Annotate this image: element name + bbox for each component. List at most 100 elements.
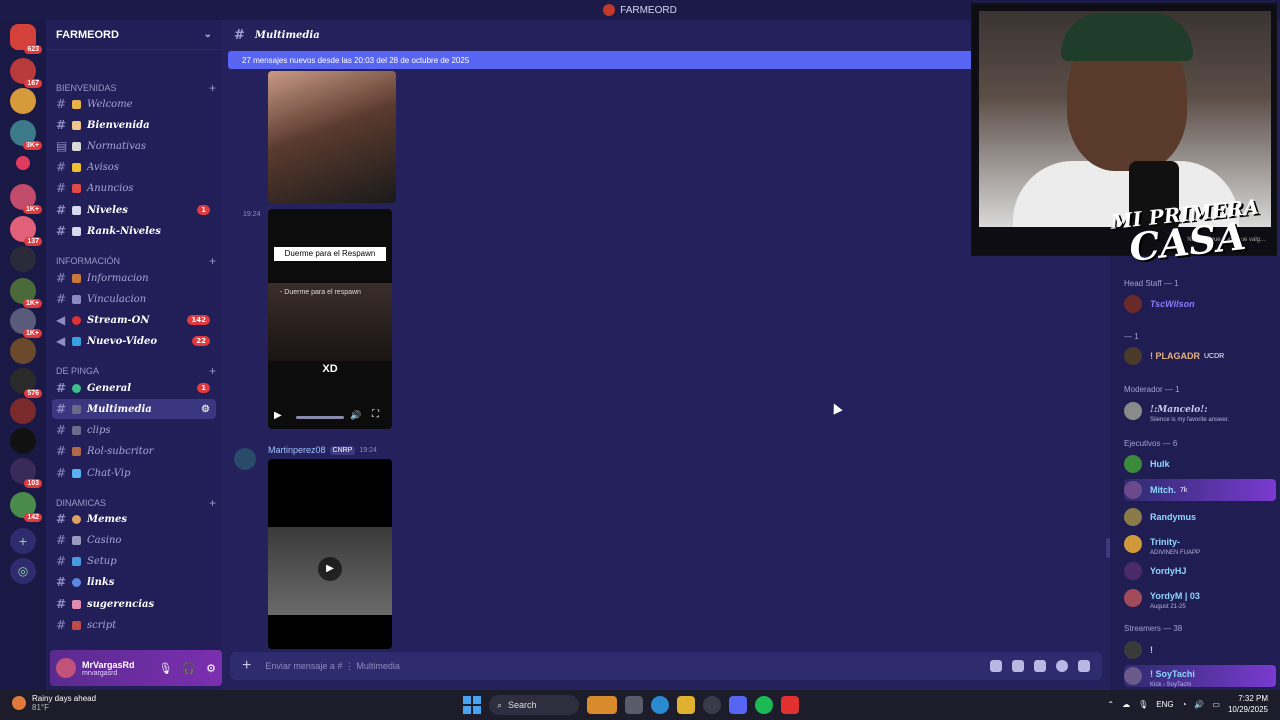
app-icon[interactable] (781, 696, 799, 714)
gift-icon[interactable] (990, 660, 1002, 672)
apps-icon[interactable] (1078, 660, 1090, 672)
channel-anuncios[interactable]: # Anuncios (52, 178, 216, 198)
server-icon[interactable] (16, 156, 30, 170)
video-progress-bar[interactable] (296, 416, 344, 419)
image-attachment[interactable] (268, 71, 396, 203)
wifi-icon[interactable]: ◔ (1182, 700, 1187, 709)
new-messages-bar[interactable]: 27 mensajes nuevos desde las 20:03 del 2… (228, 51, 976, 69)
channel-clips[interactable]: # clips (52, 420, 216, 440)
channel-casino[interactable]: # Casino (52, 530, 216, 550)
server-icon[interactable] (10, 246, 36, 272)
add-server-icon[interactable]: + (10, 528, 36, 554)
chevron-up-icon[interactable]: ⌃ (1107, 700, 1114, 709)
member-item[interactable]: YordyM | 03 August 21-25 (1124, 587, 1276, 610)
search-box[interactable]: ⌕ Search (489, 695, 579, 715)
network-icon[interactable]: ☁ (1122, 700, 1130, 709)
sticker-icon[interactable] (1034, 660, 1046, 672)
gear-icon[interactable]: ⚙ (206, 662, 216, 675)
server-icon[interactable] (10, 338, 36, 364)
add-channel-icon[interactable]: + (209, 496, 216, 510)
edge-icon[interactable] (651, 696, 669, 714)
channel-rank-niveles[interactable]: # Rank-Niveles (52, 221, 216, 241)
explore-icon[interactable]: ◎ (10, 558, 36, 584)
add-channel-icon[interactable]: + (209, 364, 216, 378)
app-icon[interactable] (587, 696, 617, 714)
user-panel[interactable]: MrVargasRd mrvargasrd 🎙 🎧 ⚙ (50, 650, 222, 686)
channel-links[interactable]: # links (52, 572, 216, 592)
spotify-icon[interactable] (755, 696, 773, 714)
channel-setup[interactable]: # Setup (52, 551, 216, 571)
headphones-icon[interactable]: 🎧 (182, 662, 196, 675)
server-icon[interactable]: 103 (10, 458, 42, 488)
clock[interactable]: 7:32 PM 10/29/2025 (1228, 693, 1268, 715)
file-explorer-icon[interactable] (677, 696, 695, 714)
channel-vinculacion[interactable]: # Vinculacion (52, 289, 216, 309)
member-item[interactable]: Randymus (1124, 506, 1276, 528)
microphone-icon[interactable]: 🎙 (1138, 700, 1148, 709)
channel-script[interactable]: # script (52, 615, 216, 635)
add-attachment-icon[interactable]: + (242, 657, 251, 675)
server-icon[interactable] (10, 88, 36, 114)
message-composer[interactable]: + Enviar mensaje a # ⋮ Multimedia (230, 652, 1102, 680)
channel-multimedia[interactable]: # Multimedia ⚙ (52, 399, 216, 419)
server-icon[interactable]: 167 (10, 58, 42, 88)
obs-icon[interactable] (703, 696, 721, 714)
task-view-icon[interactable] (625, 696, 643, 714)
channel-stream-on[interactable]: ◀ Stream-ON 142 (52, 310, 216, 330)
member-item[interactable]: Trinity- ADIVINEN FUAPP (1124, 533, 1276, 556)
avatar[interactable] (56, 658, 76, 678)
server-icon[interactable] (10, 398, 36, 424)
category-informacion[interactable]: INFORMACIÓN + (56, 254, 216, 268)
channel-welcome[interactable]: # Welcome (52, 94, 216, 114)
volume-icon[interactable]: 🔊 (350, 410, 361, 421)
volume-icon[interactable]: 🔊 (1194, 700, 1204, 709)
channel-avisos[interactable]: # Avisos (52, 157, 216, 177)
member-item[interactable]: Hulk (1124, 453, 1276, 475)
server-icon[interactable]: 137 (10, 216, 42, 246)
discord-icon[interactable] (729, 696, 747, 714)
channel-bienvenida[interactable]: # Bienvenida (52, 115, 216, 135)
server-header[interactable]: FARMEORD ⌄ (46, 20, 222, 50)
battery-icon[interactable]: ▭ (1212, 700, 1220, 709)
fullscreen-icon[interactable]: ⛶ (372, 409, 379, 420)
weather-widget[interactable]: Rainy days ahead 81°F (12, 694, 96, 712)
category-bienvenidas[interactable]: BIENVENIDAS + (56, 81, 216, 95)
gif-icon[interactable] (1012, 660, 1024, 672)
server-icon[interactable]: 142 (10, 492, 42, 522)
microphone-icon[interactable]: 🎙 (158, 662, 172, 675)
video-attachment[interactable]: Duerme para el Respawn - Duerme para el … (268, 209, 392, 429)
server-icon[interactable]: 3K+ (10, 120, 42, 150)
channel-niveles[interactable]: # Niveles 1 (52, 200, 216, 220)
server-icon[interactable]: 623 (10, 24, 42, 54)
member-item[interactable]: Mitch. 7k (1124, 479, 1276, 501)
composer-placeholder[interactable]: Enviar mensaje a # ⋮ Multimedia (265, 661, 400, 672)
server-icon[interactable]: 576 (10, 368, 42, 398)
channel-chat-vip[interactable]: # Chat-Vip (52, 463, 216, 483)
invite-and-settings-icons[interactable]: ⚙ (201, 404, 210, 415)
windows-start-icon[interactable] (463, 696, 481, 714)
channel-informacion[interactable]: # Informacion (52, 268, 216, 288)
channel-memes[interactable]: # Memes (52, 509, 216, 529)
channel-nuevo-video[interactable]: ◀ Nuevo-Video 22 (52, 331, 216, 351)
member-item[interactable]: TscWilson (1124, 293, 1276, 315)
play-icon[interactable]: ▶ (318, 557, 342, 581)
category-dinamicas[interactable]: DINAMICAS + (56, 496, 216, 510)
server-icon[interactable]: 1K+ (10, 184, 42, 214)
video-attachment[interactable]: ▶ (268, 459, 392, 649)
server-icon[interactable]: 1K+ (10, 308, 42, 338)
server-icon[interactable] (10, 428, 36, 454)
play-icon[interactable]: ▶ (274, 410, 282, 421)
channel-general[interactable]: # General 1 (52, 378, 216, 398)
author-name[interactable]: Martinperez08 (268, 445, 326, 455)
emoji-icon[interactable] (1056, 660, 1068, 672)
channel-normativas[interactable]: ▤ Normativas (52, 136, 216, 156)
add-channel-icon[interactable]: + (209, 254, 216, 268)
language-indicator[interactable]: ENG (1156, 700, 1173, 709)
member-item[interactable]: ! PLAGADR UCDR (1124, 345, 1276, 367)
member-item[interactable]: YordyHJ (1124, 560, 1276, 582)
member-item[interactable]: ! SoyTachi Kick - SoyTachi (1124, 665, 1276, 688)
avatar[interactable] (234, 448, 256, 470)
member-item[interactable]: ! (1124, 639, 1276, 661)
add-channel-icon[interactable]: + (209, 81, 216, 95)
member-item[interactable]: !:Mancelo!: Silence is my favorite answer… (1124, 400, 1276, 423)
